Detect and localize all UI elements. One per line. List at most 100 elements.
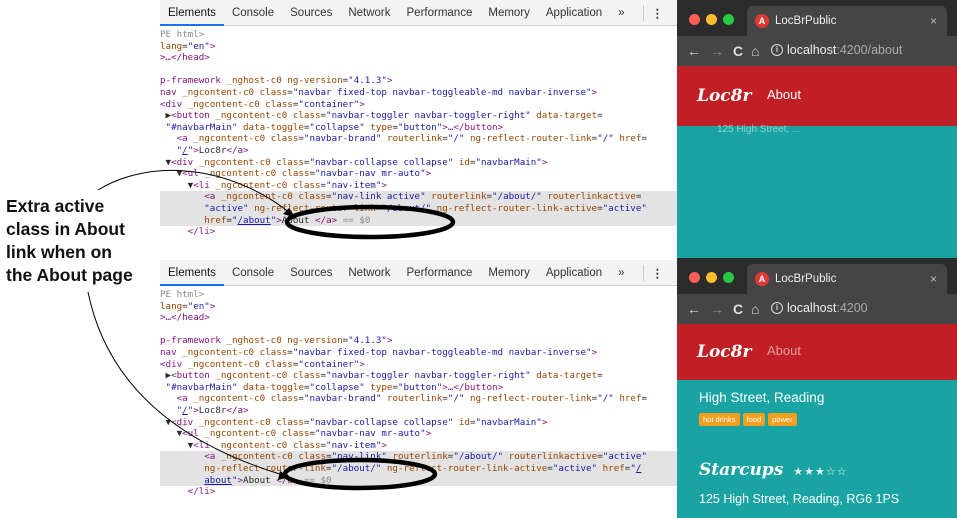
minimize-window-button[interactable]: [706, 14, 717, 25]
reload-icon[interactable]: C: [733, 42, 743, 60]
tab-sources[interactable]: Sources: [282, 260, 340, 286]
tab-console[interactable]: Console: [224, 0, 282, 26]
tab-network[interactable]: Network: [340, 0, 398, 26]
tab-memory[interactable]: Memory: [480, 0, 538, 26]
dom-tree-line[interactable]: <a _ngcontent-c0 class="navbar-brand" ro…: [160, 133, 678, 145]
dom-tree-line[interactable]: >…</head>: [160, 52, 678, 64]
dom-tree-line[interactable]: <div _ngcontent-c0 class="container">: [160, 359, 678, 371]
dom-tree-line[interactable]: ▼<li _ngcontent-c0 class="nav-item">: [160, 180, 678, 192]
dom-tree-line[interactable]: </li>: [160, 226, 678, 238]
back-icon[interactable]: ←: [687, 42, 701, 60]
angular-icon: A: [755, 272, 769, 286]
page-content: High Street, Reading hot drinks food pow…: [677, 390, 957, 506]
devtools-panel-top: Elements Console Sources Network Perform…: [160, 0, 678, 258]
dom-tree-line[interactable]: <a _ngcontent-c0 class="nav-link active"…: [160, 191, 678, 203]
dom-tree-line[interactable]: ▼<div _ngcontent-c0 class="navbar-collap…: [160, 417, 678, 429]
devtools-menu-icon[interactable]: ⋮: [644, 6, 672, 20]
dom-tree-line[interactable]: ▼<div _ngcontent-c0 class="navbar-collap…: [160, 157, 678, 169]
close-window-button[interactable]: [689, 272, 700, 283]
url-host: localhost: [787, 301, 837, 315]
dom-tree-line[interactable]: nav _ngcontent-c0 class="navbar fixed-to…: [160, 87, 678, 99]
tab-sources[interactable]: Sources: [282, 0, 340, 26]
dom-tree-line[interactable]: <div _ngcontent-c0 class="container">: [160, 99, 678, 111]
tab-elements[interactable]: Elements: [160, 260, 224, 286]
dom-tree-line[interactable]: [160, 64, 678, 76]
dom-tree-line[interactable]: PE html>: [160, 289, 678, 301]
dom-tree-line[interactable]: >…</head>: [160, 312, 678, 324]
tab-application[interactable]: Application: [538, 0, 610, 26]
browser-tab[interactable]: A LocBrPublic ×: [747, 264, 947, 294]
elements-dom-tree: PE html> lang="en"> >…</head> p-framework _…: [160, 286, 678, 498]
location-heading: Starcups ★★★☆☆: [699, 460, 935, 480]
dom-tree-line[interactable]: ▼<ul _ngcontent-c0 class="navbar-nav mr-…: [160, 428, 678, 440]
dom-tree-line[interactable]: ▶<button _ngcontent-c0 class="navbar-tog…: [160, 370, 678, 382]
tab-performance[interactable]: Performance: [399, 260, 481, 286]
dom-tree-line[interactable]: "/">Loc8r</a>: [160, 145, 678, 157]
annotation-line: class in About: [6, 219, 125, 239]
dom-tree-line[interactable]: "active" ng-reflect-router-link="/about/…: [160, 202, 678, 215]
forward-icon[interactable]: →: [710, 42, 724, 60]
close-window-button[interactable]: [689, 14, 700, 25]
browser-titlebar: A LocBrPublic ×: [677, 0, 957, 36]
home-icon[interactable]: ⌂: [751, 42, 759, 60]
dom-tree-line[interactable]: "#navbarMain" data-toggle="collapse" typ…: [160, 122, 678, 134]
back-icon[interactable]: ←: [687, 300, 701, 318]
forward-icon[interactable]: →: [710, 300, 724, 318]
info-icon[interactable]: i: [771, 44, 783, 56]
url-host: localhost: [787, 43, 837, 57]
dom-tree-line[interactable]: ng-reflect-router-link="/about/" ng-refl…: [160, 462, 678, 475]
facility-badges: hot drinks food power: [699, 413, 935, 426]
devtools-menu-icon[interactable]: ⋮: [644, 266, 672, 280]
minimize-window-button[interactable]: [706, 272, 717, 283]
devtools-panel-bottom: Elements Console Sources Network Perform…: [160, 260, 678, 518]
dom-tree-line[interactable]: p-framework _nghost-c0 ng-version="4.1.3…: [160, 335, 678, 347]
tab-console[interactable]: Console: [224, 260, 282, 286]
url-path: :4200: [836, 301, 868, 315]
tab-performance[interactable]: Performance: [399, 0, 481, 26]
tab-application[interactable]: Application: [538, 260, 610, 286]
location-name-link[interactable]: Starcups: [699, 460, 783, 480]
dom-tree-line[interactable]: [160, 324, 678, 336]
info-icon[interactable]: i: [771, 302, 783, 314]
dom-tree-line[interactable]: "/">Loc8r</a>: [160, 405, 678, 417]
tab-elements[interactable]: Elements: [160, 0, 224, 26]
tab-title: LocBrPublic: [775, 15, 837, 27]
reload-icon[interactable]: C: [733, 300, 743, 318]
brand-logo[interactable]: Loc8r: [697, 86, 751, 106]
home-icon[interactable]: ⌂: [751, 300, 759, 318]
dom-tree-line[interactable]: href="/about">About </a> == $0: [160, 214, 678, 227]
star-rating-icon: ★★★☆☆: [793, 466, 848, 478]
dom-tree-line[interactable]: ▼<li _ngcontent-c0 class="nav-item">: [160, 440, 678, 452]
tab-close-icon[interactable]: ×: [930, 6, 937, 36]
dom-tree-line[interactable]: </li>: [160, 486, 678, 498]
more-tabs-button[interactable]: »: [610, 0, 632, 26]
tab-network[interactable]: Network: [340, 260, 398, 286]
browser-window-home: A LocBrPublic × ← → C ⌂ i localhost:4200…: [677, 258, 957, 518]
more-tabs-button[interactable]: »: [610, 260, 632, 286]
nav-link-about[interactable]: About: [767, 343, 801, 358]
url-field[interactable]: localhost:4200: [787, 301, 868, 315]
nav-link-about[interactable]: About: [767, 87, 801, 102]
url-field[interactable]: localhost:4200/about: [787, 43, 902, 57]
dom-tree-line[interactable]: <a _ngcontent-c0 class="nav-link" router…: [160, 451, 678, 463]
browser-tab[interactable]: A LocBrPublic ×: [747, 6, 947, 36]
tab-memory[interactable]: Memory: [480, 260, 538, 286]
dom-tree-line[interactable]: "#navbarMain" data-toggle="collapse" typ…: [160, 382, 678, 394]
annotation-line: the About page: [6, 265, 133, 285]
dom-tree-line[interactable]: <a _ngcontent-c0 class="navbar-brand" ro…: [160, 393, 678, 405]
dom-tree-line[interactable]: ▼<ul _ngcontent-c0 class="navbar-nav mr-…: [160, 168, 678, 180]
dom-tree-line[interactable]: PE html>: [160, 29, 678, 41]
url-path: :4200/about: [836, 43, 903, 57]
tab-close-icon[interactable]: ×: [930, 264, 937, 294]
dom-tree-line[interactable]: p-framework _nghost-c0 ng-version="4.1.3…: [160, 75, 678, 87]
brand-logo[interactable]: Loc8r: [697, 342, 751, 362]
dom-tree-line[interactable]: nav _ngcontent-c0 class="navbar fixed-to…: [160, 347, 678, 359]
dom-tree-line[interactable]: ▶<button _ngcontent-c0 class="navbar-tog…: [160, 110, 678, 122]
dom-tree-line[interactable]: lang="en">: [160, 301, 678, 313]
maximize-window-button[interactable]: [723, 14, 734, 25]
dom-tree-line[interactable]: lang="en">: [160, 41, 678, 53]
dom-tree-line[interactable]: about">About </a> == $0: [160, 474, 678, 487]
facility-badge: power: [768, 413, 797, 426]
maximize-window-button[interactable]: [723, 272, 734, 283]
hidden-content-peek: 125 High Street, ...: [717, 124, 801, 135]
